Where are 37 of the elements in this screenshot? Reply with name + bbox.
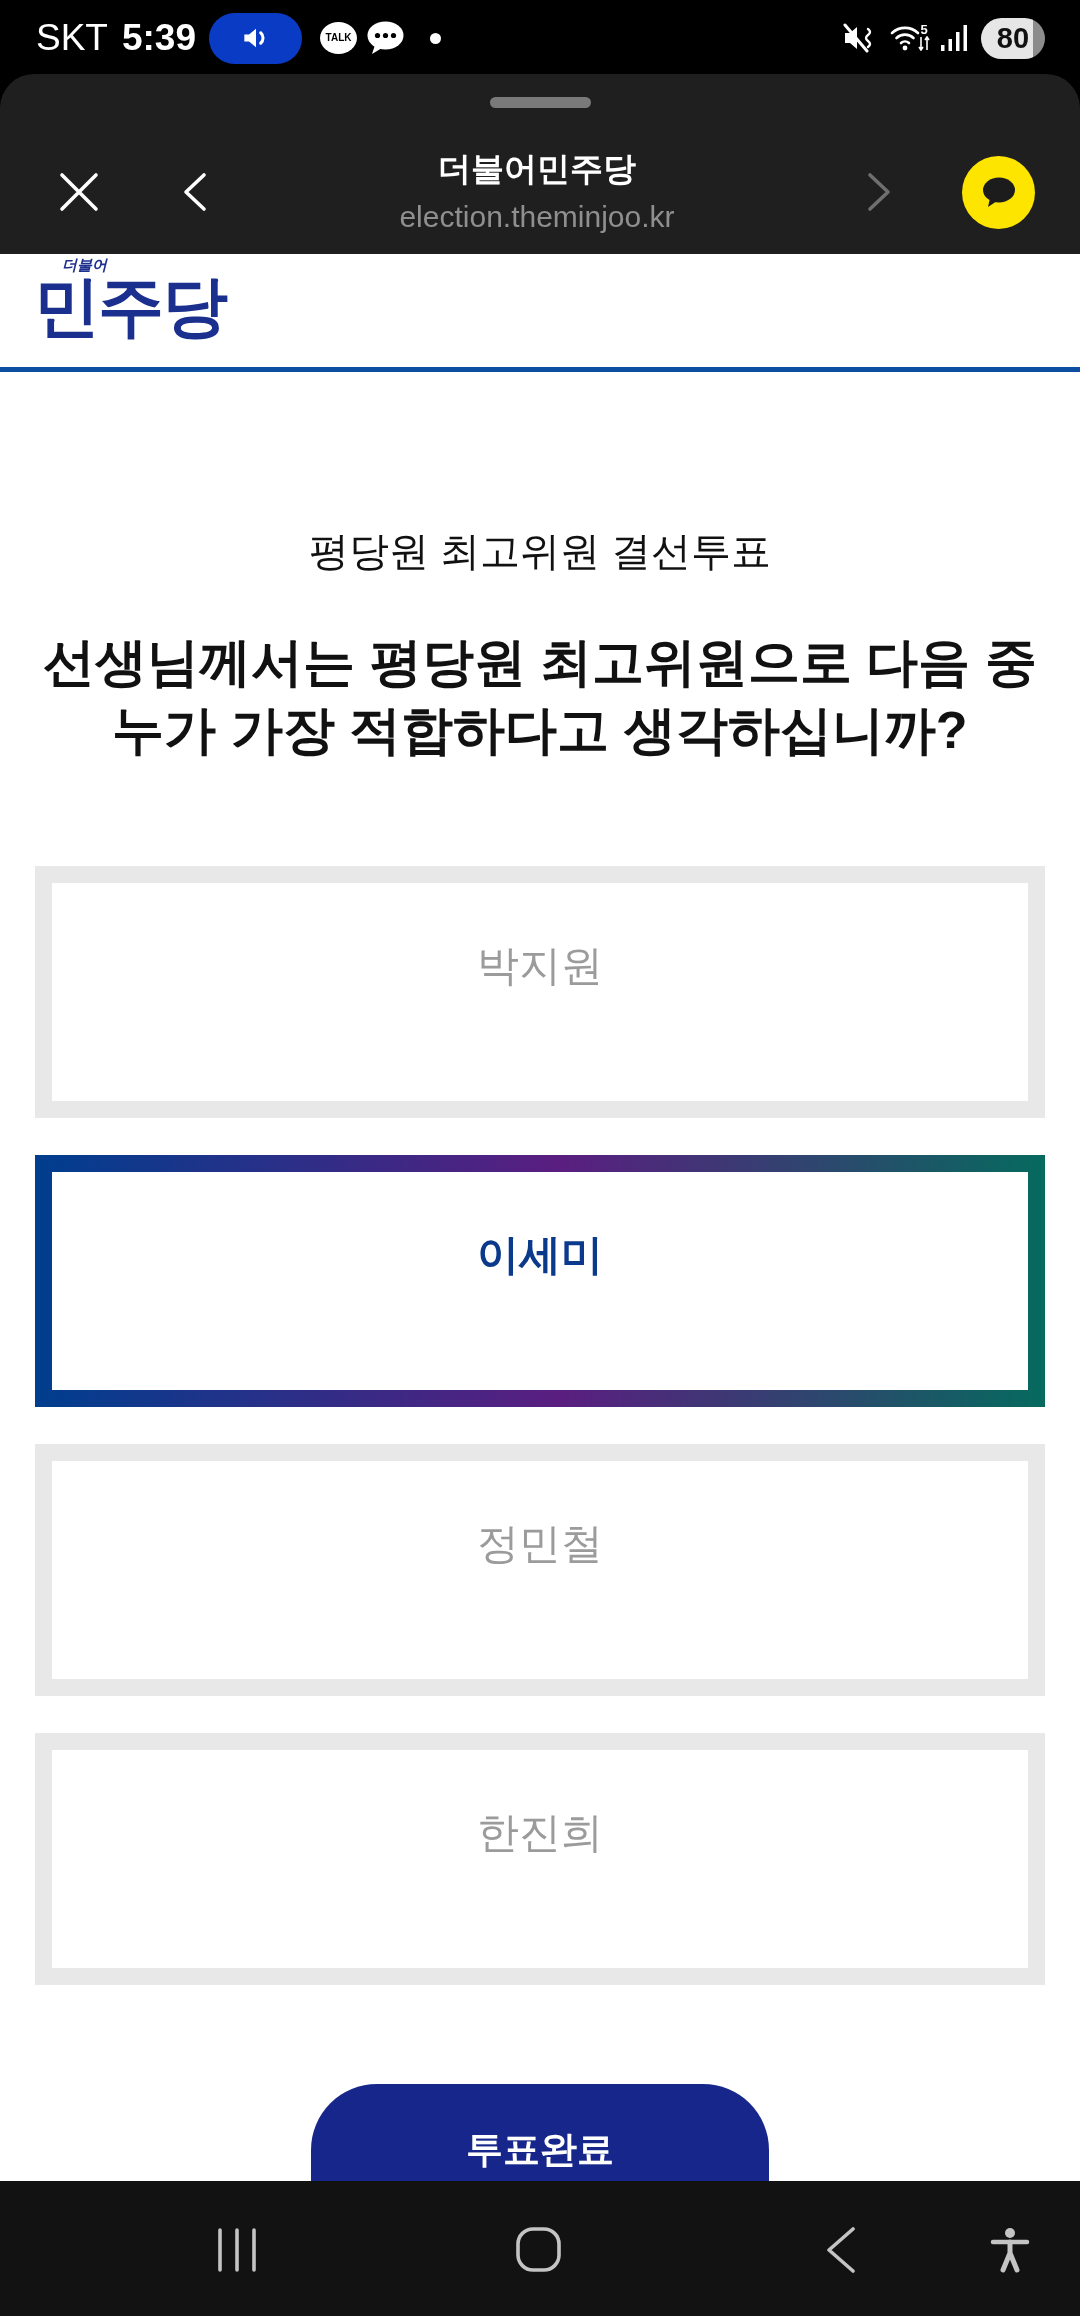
chat-bubble-icon <box>367 21 405 55</box>
back-icon <box>826 2226 856 2273</box>
page-url: election.theminjoo.kr <box>399 199 675 235</box>
accessibility-button[interactable] <box>990 2226 1030 2273</box>
notification-dot-icon <box>430 32 442 44</box>
back-button[interactable] <box>182 170 208 214</box>
home-icon <box>516 2227 561 2272</box>
page-title: 더불어민주당 <box>438 149 636 189</box>
forward-button[interactable] <box>866 170 892 214</box>
home-button[interactable] <box>516 2227 561 2272</box>
clock-time: 5:39 <box>121 18 197 58</box>
ballot-heading: 평당원 최고위원 결선투표 <box>307 528 773 575</box>
candidate-option[interactable]: 정민철 <box>35 1444 1045 1696</box>
submit-vote-button[interactable]: 투표완료 <box>311 2084 769 2181</box>
candidate-option[interactable]: 이세미 <box>35 1155 1045 1407</box>
party-logo: 민주당 <box>34 273 228 339</box>
sound-indicator[interactable] <box>209 12 303 64</box>
signal-icon <box>940 24 968 52</box>
recent-apps-button[interactable] <box>217 2227 257 2272</box>
close-icon <box>59 172 99 212</box>
back-chevron-icon <box>183 172 207 212</box>
transfer-arrows-icon <box>918 36 930 51</box>
close-button[interactable] <box>58 171 100 213</box>
back-nav-button[interactable] <box>826 2226 856 2273</box>
candidate-option[interactable]: 박지원 <box>35 866 1045 1118</box>
accessibility-icon <box>990 2226 1030 2273</box>
recent-apps-icon <box>217 2227 257 2272</box>
wifi-band-label: 5 <box>920 23 928 36</box>
logo-tagline: 더불어 <box>62 256 109 273</box>
ballot-question: 선생님께서는 평당원 최고위원으로 다음 중 누가 가장 적합하다고 생각하십니까? <box>42 632 1038 761</box>
battery-indicator: 80 <box>981 17 1045 59</box>
forward-chevron-icon <box>867 172 891 212</box>
drag-handle[interactable] <box>489 97 591 108</box>
speech-bubble-icon <box>981 176 1016 208</box>
candidate-option[interactable]: 한진희 <box>35 1733 1045 1985</box>
carrier-name: SKT <box>36 18 108 58</box>
talk-notification: TALK <box>320 22 358 54</box>
